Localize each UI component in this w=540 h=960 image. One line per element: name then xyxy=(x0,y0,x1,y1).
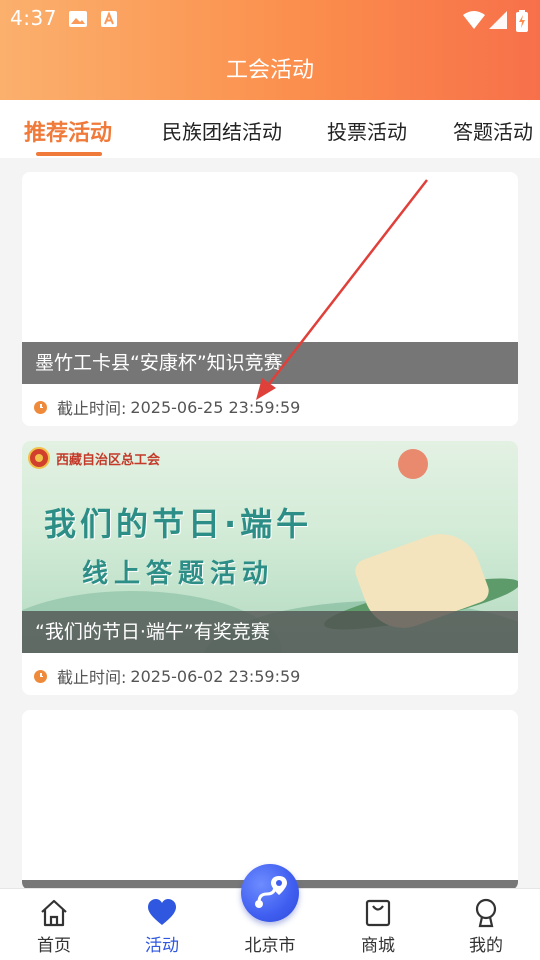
nav-mine-label: 我的 xyxy=(469,936,503,956)
city-location-button[interactable] xyxy=(241,864,299,922)
banner-headline: 我们的节日·端午 xyxy=(44,505,313,543)
nav-mall-label: 商城 xyxy=(361,936,395,956)
user-icon xyxy=(475,898,497,928)
deadline-row: 截止时间: 2025-06-25 23:59:59 xyxy=(34,396,300,418)
deadline-value: 2025-06-02 23:59:59 xyxy=(130,666,301,686)
sun-decoration xyxy=(398,449,428,479)
banner-subheadline: 线上答题活动 xyxy=(82,559,275,589)
status-bar: 4:37 xyxy=(0,0,540,36)
tab-voting[interactable]: 投票活动 xyxy=(327,116,407,145)
deadline-value: 2025-06-25 23:59:59 xyxy=(130,397,301,417)
clock-icon xyxy=(34,400,47,414)
deadline-label: 截止时间: xyxy=(57,668,127,687)
clock-icon xyxy=(34,669,47,683)
app-header: 4:37 工会活动 xyxy=(0,0,540,100)
nav-activity-label: 活动 xyxy=(145,936,179,956)
signal-icon xyxy=(489,11,507,29)
tab-ethnic-unity[interactable]: 民族团结活动 xyxy=(162,116,282,145)
location-route-icon xyxy=(255,876,287,908)
tab-recommended[interactable]: 推荐活动 xyxy=(24,115,112,147)
activity-card[interactable]: 西藏自治区总工会 我们的节日·端午 线上答题活动 “我们的节日·端午”有奖竞赛 … xyxy=(22,441,518,695)
active-tab-indicator xyxy=(36,152,102,156)
nav-home[interactable]: 首页 xyxy=(0,889,108,960)
tab-quiz[interactable]: 答题活动 xyxy=(453,116,533,145)
page-title: 工会活动 xyxy=(225,58,314,83)
activity-card-image[interactable]: 墨竹工卡县“安康杯”知识竞赛 xyxy=(22,172,518,384)
union-logo: 西藏自治区总工会 xyxy=(28,447,160,469)
union-name: 西藏自治区总工会 xyxy=(56,452,161,468)
nav-mall[interactable]: 商城 xyxy=(324,889,432,960)
home-icon xyxy=(41,899,67,927)
shopping-bag-icon xyxy=(365,899,391,927)
battery-icon xyxy=(516,10,528,32)
heart-icon xyxy=(148,899,176,925)
category-tabs: 推荐活动 民族团结活动 投票活动 答题活动 xyxy=(0,100,540,158)
nav-city-label: 北京市 xyxy=(244,936,296,956)
deadline-row: 截止时间: 2025-06-02 23:59:59 xyxy=(34,665,300,687)
activity-title: 墨竹工卡县“安康杯”知识竞赛 xyxy=(22,342,518,384)
deadline-label: 截止时间: xyxy=(57,399,127,418)
activity-card[interactable] xyxy=(22,710,518,890)
union-emblem-icon xyxy=(28,447,50,469)
activity-card[interactable]: 墨竹工卡县“安康杯”知识竞赛 截止时间: 2025-06-25 23:59:59 xyxy=(22,172,518,426)
nav-mine[interactable]: 我的 xyxy=(432,889,540,960)
font-notification-icon xyxy=(101,11,117,27)
nav-activity[interactable]: 活动 xyxy=(108,889,216,960)
nav-home-label: 首页 xyxy=(37,936,71,956)
wifi-icon xyxy=(463,11,485,29)
status-time: 4:37 xyxy=(10,6,57,30)
image-notification-icon xyxy=(69,11,87,27)
activity-card-image[interactable]: 西藏自治区总工会 我们的节日·端午 线上答题活动 “我们的节日·端午”有奖竞赛 xyxy=(22,441,518,653)
activity-title: “我们的节日·端午”有奖竞赛 xyxy=(22,611,518,653)
